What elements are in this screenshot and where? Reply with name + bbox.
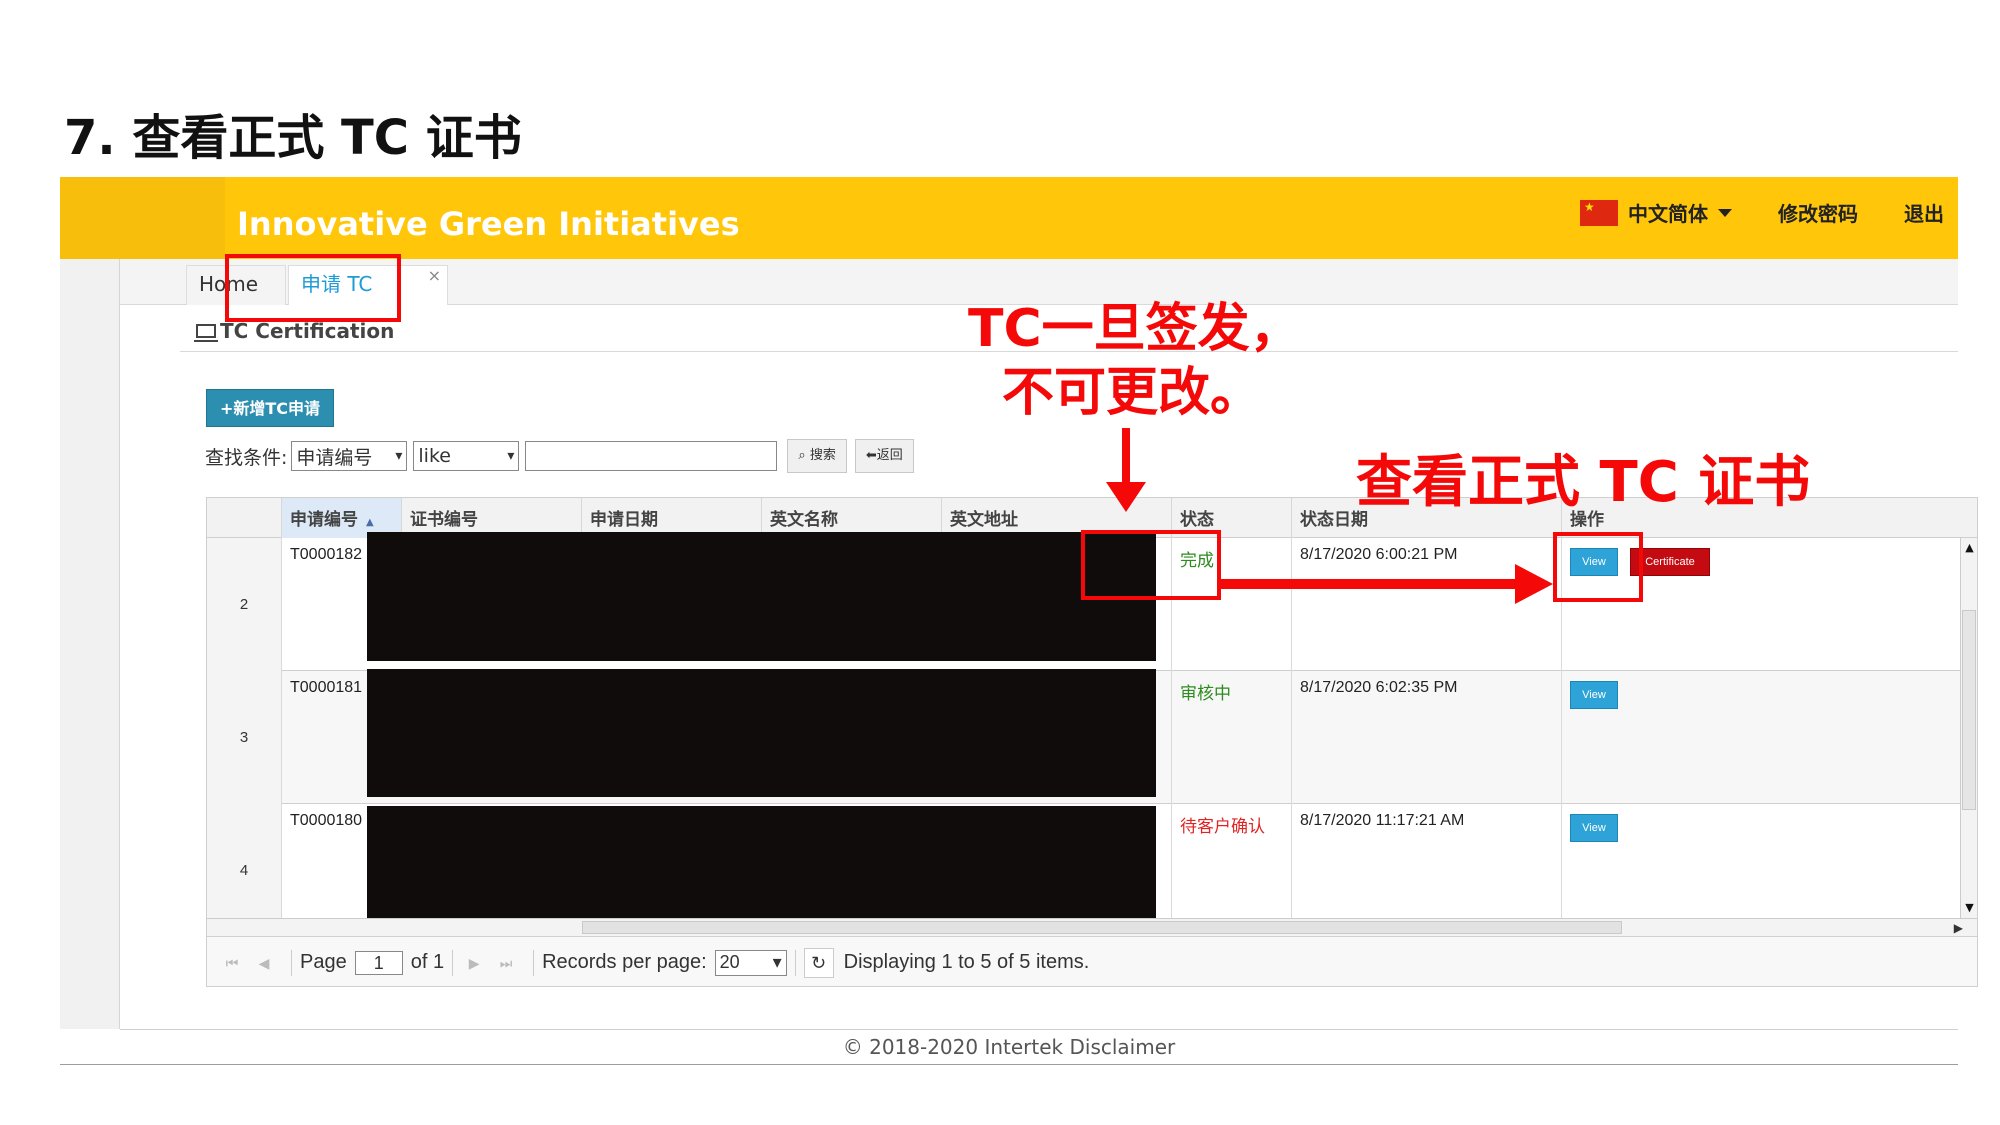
annotation-arrows: [1106, 428, 1553, 604]
arrow-down-head: [1106, 482, 1146, 512]
arrow-right-head: [1515, 564, 1553, 604]
